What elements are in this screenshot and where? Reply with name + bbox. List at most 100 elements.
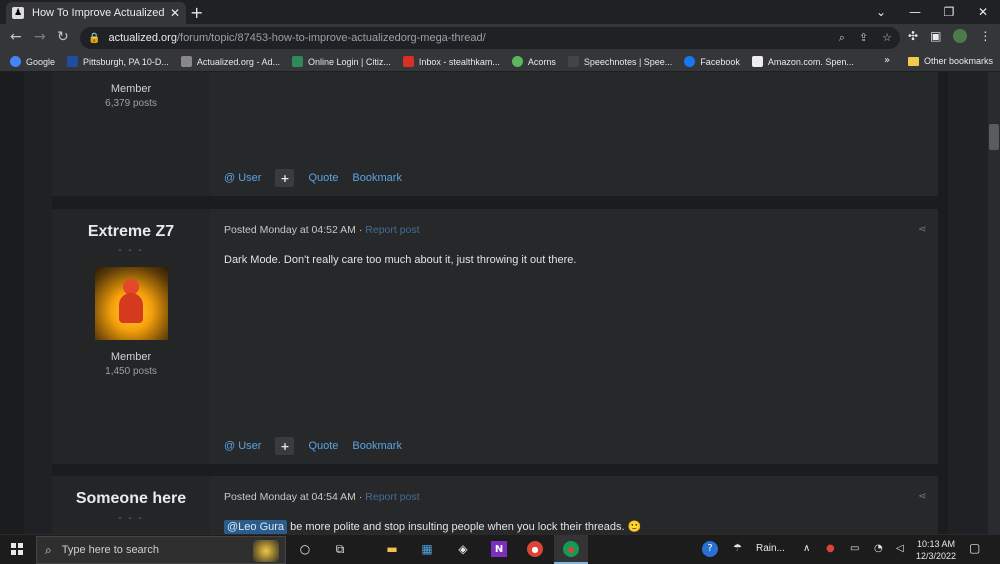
quote-button[interactable]: Quote — [308, 172, 338, 184]
chrome-icon[interactable]: ● — [563, 541, 579, 557]
weather-text[interactable]: Rain... — [756, 543, 785, 554]
avatar[interactable] — [95, 267, 168, 340]
mention-user-button[interactable]: @ User — [224, 172, 261, 184]
close-window-button[interactable]: ✕ — [966, 0, 1000, 24]
cortana-icon[interactable]: ○ — [297, 541, 313, 557]
post-count: 1,450 posts — [105, 366, 157, 377]
bookmark-speechnotes[interactable]: Speechnotes | Spee... — [567, 56, 673, 67]
share-icon[interactable]: ⇪ — [859, 31, 868, 45]
menu-kebab-icon[interactable]: ⋮ — [979, 29, 991, 43]
mention-link[interactable]: @Leo Gura — [224, 520, 288, 534]
bookmark-label: Speechnotes | Spee... — [583, 56, 673, 67]
author-column: Someone here - - - — [52, 476, 210, 534]
file-explorer-icon[interactable]: ▬ — [384, 541, 400, 557]
gmail-icon — [402, 56, 414, 67]
post-date[interactable]: Posted Monday at 04:52 AM — [224, 224, 356, 236]
site-favicon-icon: ♟ — [12, 7, 24, 19]
bookmark-label: Facebook — [700, 56, 740, 67]
zoom-icon[interactable]: ⌕ — [839, 31, 845, 45]
mention-user-button[interactable]: @ User — [224, 440, 261, 452]
wifi-icon[interactable]: ◔ — [874, 543, 883, 554]
other-bookmarks[interactable]: Other bookmarks — [908, 56, 993, 66]
author-rank-dashes: - - - — [118, 245, 144, 256]
reload-icon[interactable]: ↻ — [57, 29, 69, 45]
onedrive-icon[interactable]: ◈ — [455, 541, 471, 557]
bookmark-amazon[interactable]: Amazon.com. Spen... — [751, 56, 854, 67]
tab-search-chevron-icon[interactable]: ⌄ — [864, 0, 898, 24]
chrome-profile-icon[interactable]: ● — [527, 541, 543, 557]
weather-umbrella-icon[interactable]: ☂ — [733, 543, 742, 554]
bookmark-star-icon[interactable]: ☆ — [882, 31, 892, 45]
taskbar-search-input[interactable]: ⌕ Type here to search — [36, 536, 286, 564]
post-date[interactable]: Posted Monday at 04:54 AM — [224, 491, 356, 503]
author-column: Extreme Z7 - - - Member 1,450 posts — [52, 209, 210, 464]
tray-chevron-icon[interactable]: ∧ — [803, 543, 810, 554]
actualized-icon — [180, 56, 192, 67]
bookmark-actualized[interactable]: Actualized.org - Ad... — [180, 56, 280, 67]
url-path: /forum/topic/87453-how-to-improve-actual… — [176, 32, 486, 44]
multiquote-button[interactable]: + — [275, 437, 295, 455]
notifications-icon[interactable]: ▢ — [969, 541, 980, 555]
new-tab-button[interactable]: + — [190, 3, 203, 22]
minimize-button[interactable]: — — [898, 0, 932, 24]
restore-button[interactable]: ❐ — [932, 0, 966, 24]
author-name[interactable]: Extreme Z7 — [52, 223, 210, 241]
report-post-link[interactable]: Report post — [365, 491, 419, 503]
extensions-puzzle-icon[interactable]: ✣ — [908, 29, 918, 43]
windows-start-icon[interactable] — [11, 543, 23, 555]
bookmark-acorns[interactable]: Acorns — [511, 56, 556, 67]
author-column: Member 6,379 posts — [52, 72, 210, 196]
more-bookmarks-chevron-icon[interactable]: » — [884, 55, 890, 66]
system-clock[interactable]: 10:13 AM 12/3/2022 — [916, 538, 956, 562]
close-tab-icon[interactable]: ✕ — [170, 6, 180, 20]
bookmark-citizens[interactable]: Online Login | Citiz... — [291, 56, 391, 67]
help-icon[interactable]: ? — [702, 541, 718, 557]
share-icon[interactable]: ⋖ — [918, 491, 926, 502]
post-body: Dark Mode. Don't really care too much ab… — [224, 254, 577, 266]
clock-time: 10:13 AM — [917, 539, 956, 549]
forum-post: Extreme Z7 - - - Member 1,450 posts Post… — [52, 209, 938, 464]
scrollbar-thumb[interactable] — [989, 124, 999, 150]
back-arrow-icon[interactable]: ← — [10, 29, 22, 45]
bookmark-label: Amazon.com. Spen... — [767, 56, 854, 67]
folder-icon — [908, 56, 919, 66]
browser-tab-active[interactable]: ♟ How To Improve Actualized.org ✕ — [6, 2, 186, 24]
bookmark-google[interactable]: Google — [10, 56, 55, 67]
bookmark-label: Acorns — [527, 56, 556, 67]
forward-arrow-icon[interactable]: → — [34, 29, 46, 45]
post-body: @Leo Gura be more polite and stop insult… — [224, 520, 641, 534]
forum-page: Member 6,379 posts @ User + Quote Bookma… — [0, 72, 1000, 534]
tray-app-icon[interactable]: ● — [826, 543, 835, 554]
post-actions: @ User + Quote Bookmark — [224, 169, 402, 187]
other-bookmarks-label: Other bookmarks — [924, 56, 994, 66]
forum-post: Someone here - - - Posted Monday at 04:5… — [52, 476, 938, 534]
quote-button[interactable]: Quote — [308, 440, 338, 452]
side-panel-icon[interactable]: ▣ — [930, 29, 941, 43]
profile-avatar[interactable] — [953, 29, 968, 43]
lock-icon[interactable]: 🔒 — [88, 33, 100, 44]
battery-icon[interactable]: ▭ — [850, 543, 859, 554]
address-bar[interactable]: 🔒 actualized.org /forum/topic/87453-how-… — [80, 27, 900, 49]
bookmark-button[interactable]: Bookmark — [352, 440, 402, 452]
author-name[interactable]: Someone here — [52, 490, 210, 508]
post-count: 6,379 posts — [105, 98, 157, 109]
amazon-icon — [751, 56, 763, 67]
url-host: actualized.org — [108, 32, 177, 44]
share-icon[interactable]: ⋖ — [918, 224, 926, 235]
report-post-link[interactable]: Report post — [365, 224, 419, 236]
volume-icon[interactable]: ◁ — [896, 543, 904, 554]
post-actions: @ User + Quote Bookmark — [224, 437, 402, 455]
task-view-icon[interactable]: ⧉ — [332, 541, 348, 557]
microsoft-store-icon[interactable]: ▦ — [419, 541, 435, 557]
bookmark-pittsburgh[interactable]: Pittsburgh, PA 10-D... — [67, 56, 169, 67]
tab-strip: ♟ How To Improve Actualized.org ✕ + ⌄ — … — [0, 0, 1000, 24]
search-icon: ⌕ — [45, 542, 52, 557]
bookmark-button[interactable]: Bookmark — [352, 172, 402, 184]
bookmark-label: Google — [26, 56, 56, 67]
bookmark-gmail[interactable]: Inbox - stealthkam... — [402, 56, 500, 67]
browser-toolbar: ← → ↻ 🔒 actualized.org /forum/topic/8745… — [0, 24, 1000, 52]
bookmark-facebook[interactable]: Facebook — [684, 56, 740, 67]
multiquote-button[interactable]: + — [275, 169, 295, 187]
google-icon — [10, 56, 21, 67]
onenote-icon[interactable]: N — [491, 541, 507, 557]
